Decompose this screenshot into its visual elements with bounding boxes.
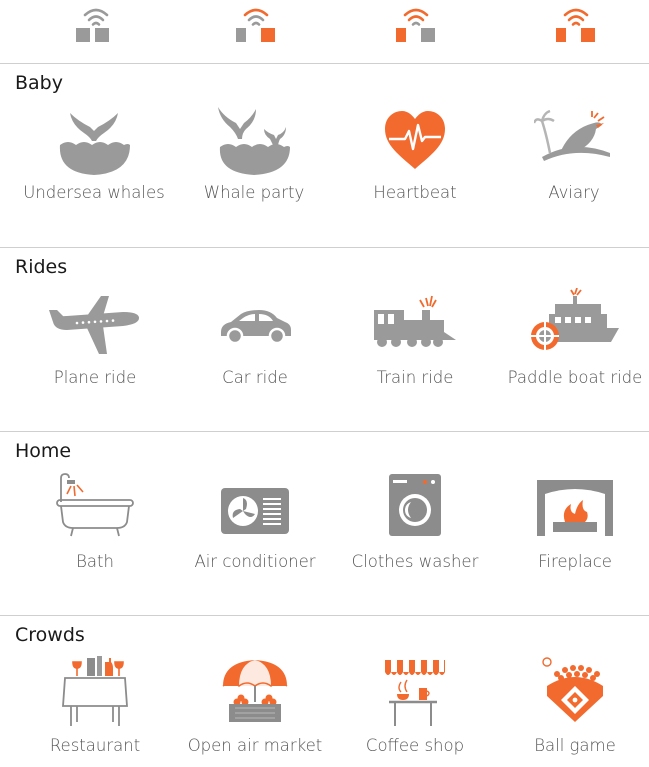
divider bbox=[0, 247, 649, 248]
sound-label: Paddle boat ride bbox=[507, 368, 643, 387]
sound-label: Car ride bbox=[222, 368, 288, 387]
wifi-gray-icon bbox=[76, 8, 109, 42]
sound-label: Aviary bbox=[548, 183, 600, 202]
plane-icon bbox=[15, 288, 175, 364]
coffee-shop-icon bbox=[335, 656, 495, 732]
volume-level-1[interactable] bbox=[236, 2, 276, 46]
sound-label: Ball game bbox=[534, 736, 616, 755]
sound-bath[interactable]: Bath bbox=[15, 472, 175, 571]
ballpark-icon bbox=[495, 656, 649, 732]
sound-label: Restaurant bbox=[49, 736, 141, 755]
section-title-home: Home bbox=[15, 440, 72, 462]
sound-open-air-market[interactable]: Open air market bbox=[175, 656, 335, 755]
sound-air-conditioner[interactable]: Air conditioner bbox=[175, 472, 335, 571]
sound-train-ride[interactable]: Train ride bbox=[335, 288, 495, 387]
restaurant-table-icon bbox=[15, 656, 175, 732]
heartbeat-icon bbox=[335, 103, 495, 179]
divider bbox=[0, 431, 649, 432]
section-title-baby: Baby bbox=[15, 72, 63, 94]
sound-label: Heartbeat bbox=[373, 183, 457, 202]
bird-icon bbox=[494, 103, 649, 179]
sound-paddle-boat-ride[interactable]: Paddle boat ride bbox=[495, 288, 649, 387]
wifi-low-icon bbox=[236, 8, 275, 42]
sound-label: Air conditioner bbox=[194, 552, 316, 571]
volume-level-0[interactable] bbox=[76, 2, 116, 46]
sound-label: Bath bbox=[76, 552, 114, 571]
whale-party-icon bbox=[174, 103, 334, 179]
sound-undersea-whales[interactable]: Undersea whales bbox=[14, 103, 174, 202]
sound-label: Open air market bbox=[187, 736, 323, 755]
divider bbox=[0, 615, 649, 616]
divider bbox=[0, 63, 649, 64]
volume-level-row bbox=[0, 0, 649, 52]
paddle-boat-icon bbox=[495, 288, 649, 364]
volume-level-2[interactable] bbox=[396, 2, 436, 46]
whale-tail-icon bbox=[14, 103, 174, 179]
sound-coffee-shop[interactable]: Coffee shop bbox=[335, 656, 495, 755]
section-title-crowds: Crowds bbox=[15, 624, 85, 646]
sound-clothes-washer[interactable]: Clothes washer bbox=[335, 472, 495, 571]
volume-level-3[interactable] bbox=[556, 2, 596, 46]
air-conditioner-icon bbox=[175, 472, 335, 548]
sound-label: Fireplace bbox=[538, 552, 612, 571]
washing-machine-icon bbox=[335, 472, 495, 548]
sound-fireplace[interactable]: Fireplace bbox=[495, 472, 649, 571]
sound-plane-ride[interactable]: Plane ride bbox=[15, 288, 175, 387]
wifi-high-icon bbox=[556, 8, 595, 42]
wifi-mid-icon bbox=[396, 8, 435, 42]
sound-label: Coffee shop bbox=[365, 736, 465, 755]
section-title-rides: Rides bbox=[15, 256, 68, 278]
car-icon bbox=[175, 288, 335, 364]
sound-ball-game[interactable]: Ball game bbox=[495, 656, 649, 755]
sound-whale-party[interactable]: Whale party bbox=[174, 103, 334, 202]
market-stall-icon bbox=[175, 656, 335, 732]
sound-label: Whale party bbox=[203, 183, 305, 202]
sound-heartbeat[interactable]: Heartbeat bbox=[335, 103, 495, 202]
sound-label: Clothes washer bbox=[351, 552, 479, 571]
sound-restaurant[interactable]: Restaurant bbox=[15, 656, 175, 755]
sound-label: Plane ride bbox=[53, 368, 137, 387]
sound-label: Undersea whales bbox=[23, 183, 165, 202]
sound-aviary[interactable]: Aviary bbox=[494, 103, 649, 202]
fireplace-icon bbox=[495, 472, 649, 548]
sound-car-ride[interactable]: Car ride bbox=[175, 288, 335, 387]
train-icon bbox=[335, 288, 495, 364]
sound-label: Train ride bbox=[376, 368, 454, 387]
bathtub-icon bbox=[15, 472, 175, 548]
